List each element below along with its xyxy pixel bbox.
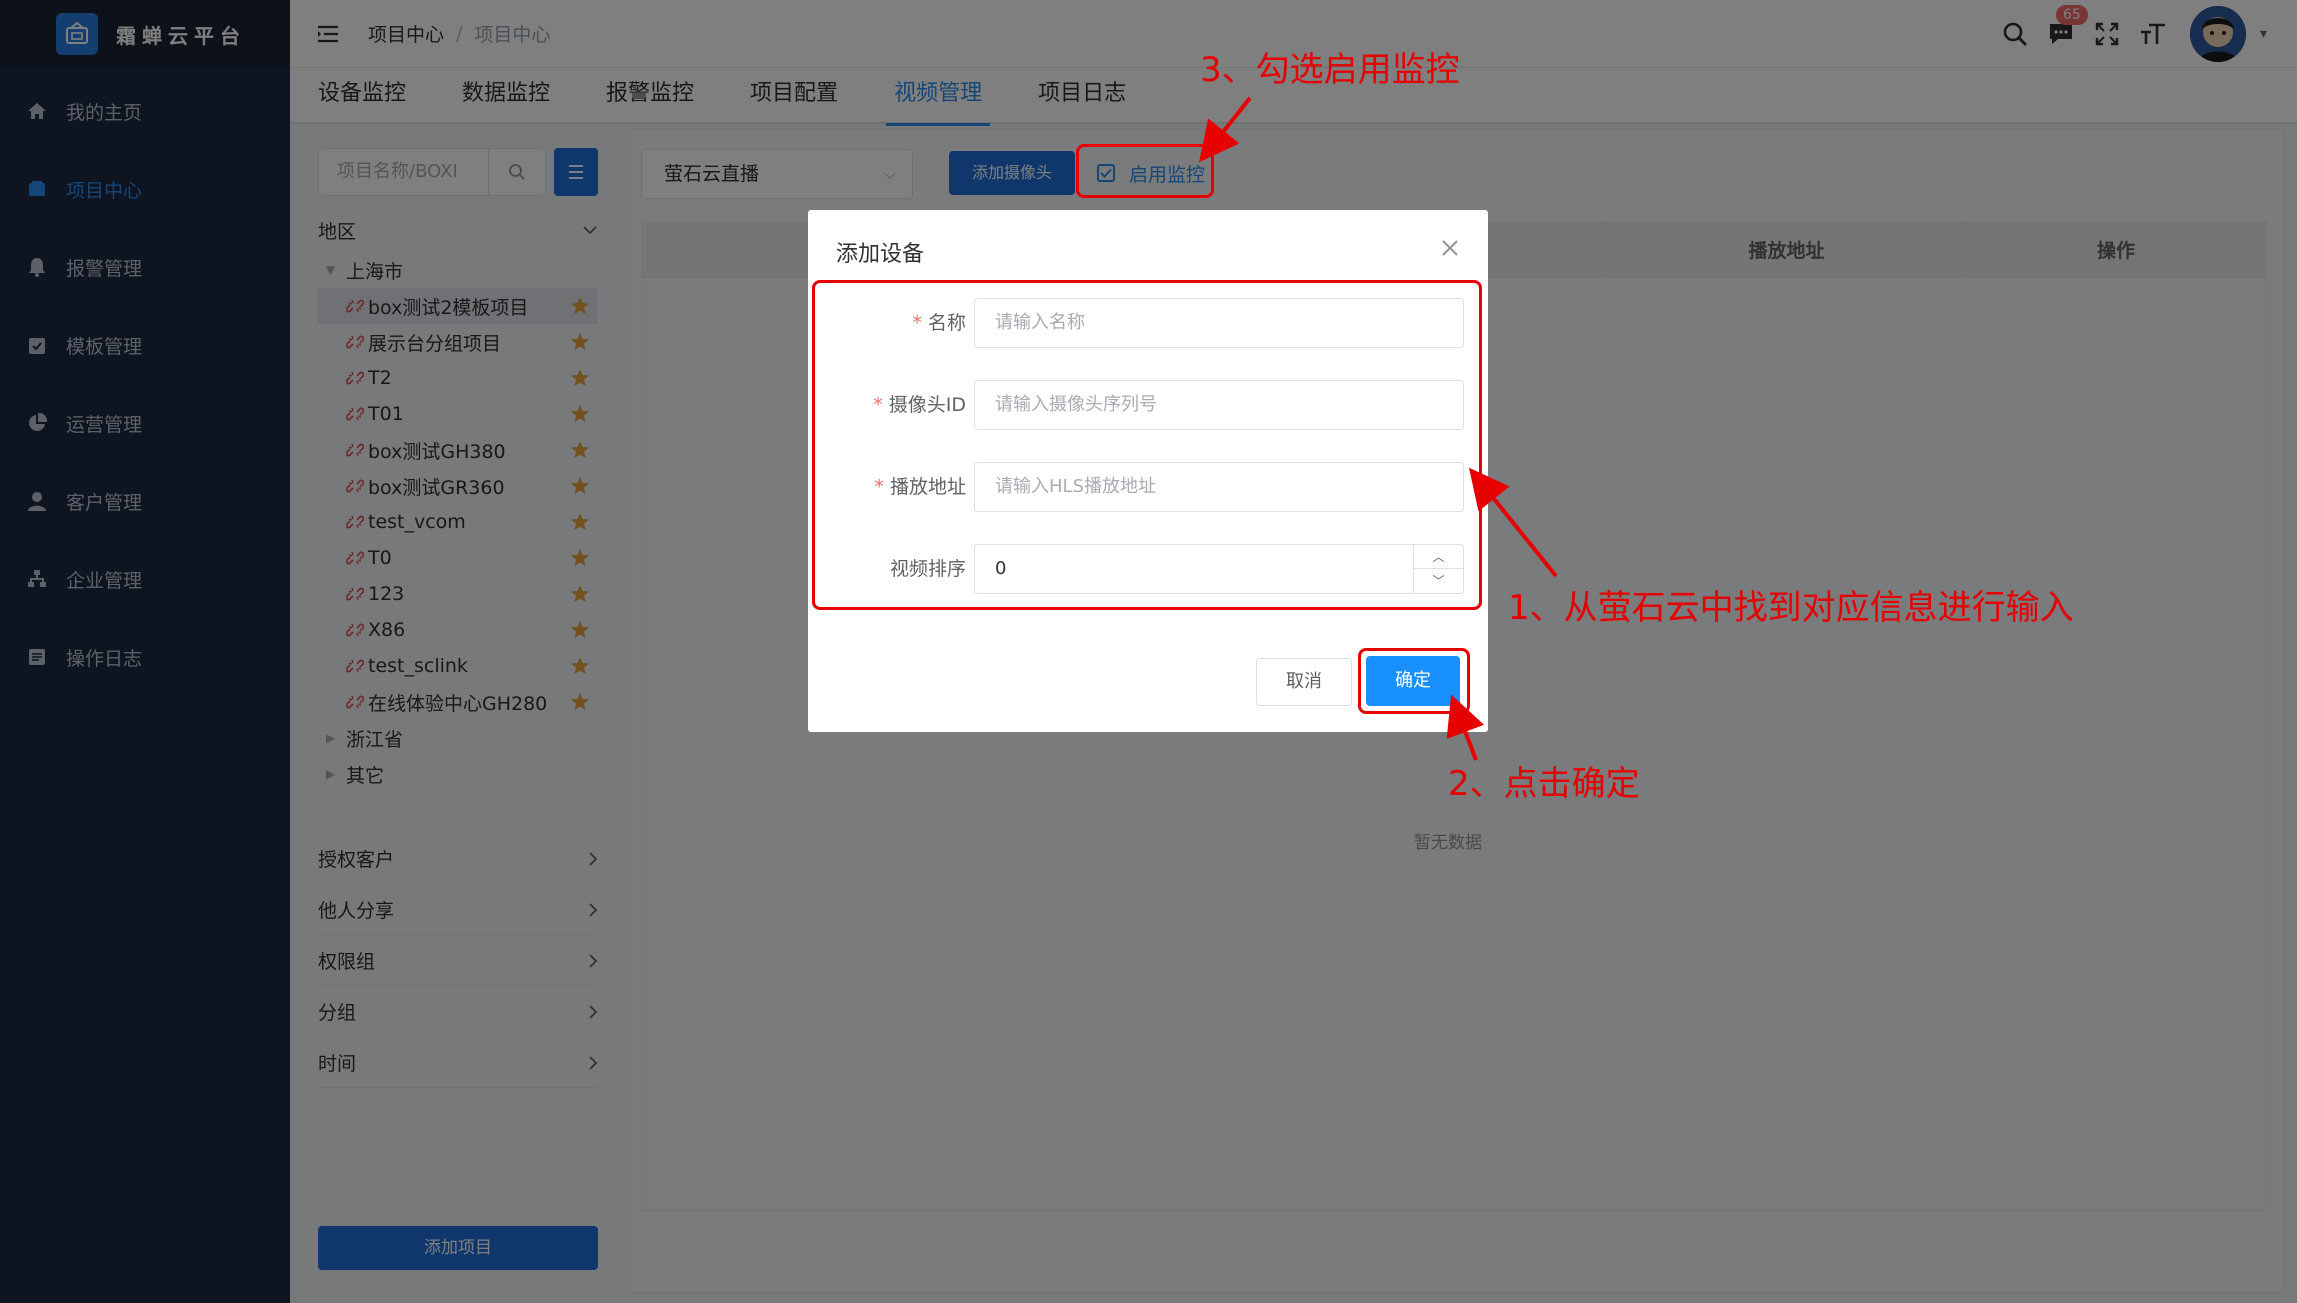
annotation-step1-text: 1、从萤石云中找到对应信息进行输入 [1508, 588, 2074, 628]
annotation-arrow-step1 [1468, 467, 1558, 578]
annotation-arrow-step3 [1199, 96, 1252, 163]
annotation-arrow-step2 [1446, 694, 1485, 761]
annotation-arrows [1199, 96, 1558, 761]
annotation-step3-text: 3、勾选启用监控 [1200, 50, 1460, 90]
annotation-step2-text: 2、点击确定 [1448, 764, 1640, 804]
